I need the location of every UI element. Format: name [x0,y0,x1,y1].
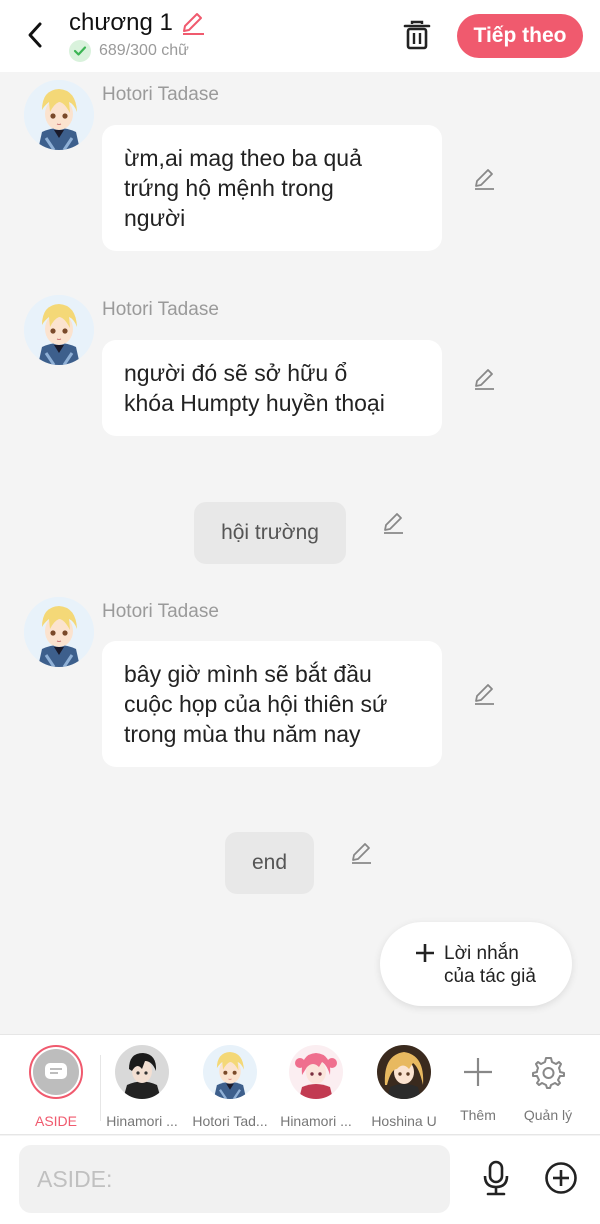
edit-title-button[interactable] [179,9,207,37]
pencil-icon [475,369,494,390]
message-line: trứng hộ mệnh trong [124,175,334,201]
avatar[interactable] [24,80,94,150]
message-line: người đó sẽ sở hữu ổ [124,360,348,386]
plus-icon [416,944,434,962]
edit-message-button[interactable] [469,679,499,709]
pencil-icon [475,684,494,705]
sender-name: Hotori Tadase [102,84,219,105]
message-line: khóa Humpty huyền thoại [124,390,385,416]
chat-bubble-icon [45,1063,67,1079]
character-item[interactable]: Hotori Tad... [187,1045,273,1129]
back-button[interactable] [18,18,52,52]
avatar[interactable] [24,295,94,365]
character-name: Hinamori ... [106,1113,178,1129]
manage-characters-button[interactable]: Quản lý [505,1045,591,1123]
author-note-label: Lời nhắn [444,943,519,964]
author-note-label: của tác giả [444,966,536,987]
voice-button[interactable] [476,1158,516,1198]
microphone-icon [483,1160,509,1196]
top-bar: chương 1 689/300 chữ Tiếp theo [0,0,600,72]
character-name: ASIDE [34,1113,77,1129]
edit-message-button[interactable] [469,364,499,394]
message-input[interactable] [19,1145,450,1213]
sender-name: Hotori Tadase [102,601,219,622]
edit-message-button[interactable] [469,164,499,194]
pencil-icon [182,13,204,35]
next-button[interactable]: Tiếp theo [457,14,583,58]
message-line: bây giờ mình sẽ bắt đầu [124,661,372,687]
plus-icon [464,1058,492,1086]
chevron-left-icon [28,22,42,48]
character-name: Quản lý [523,1107,573,1123]
plus-circle-icon [545,1162,577,1194]
character-aside[interactable]: ASIDE [13,1045,99,1129]
pencil-icon [352,843,371,864]
dark-haired-boy-avatar [115,1045,169,1099]
pink-haired-girl-avatar [289,1045,343,1099]
message-bubble[interactable]: người đó sẽ sở hữu ổ khóa Humpty huyền t… [102,340,442,436]
gear-icon [532,1057,565,1089]
add-button[interactable] [541,1158,581,1198]
message-line: cuộc họp của hội thiên sứ [124,691,388,717]
message-line: trong mùa thu năm nay [124,721,361,747]
composer-bar [0,1136,600,1224]
blonde-boy-avatar [203,1045,257,1099]
delete-button[interactable] [398,16,436,54]
character-bar: ASIDE Hinamori ... Hotori Tad... Hinamor… [0,1034,600,1135]
character-name: Hinamori ... [280,1113,352,1129]
character-name: Hotori Tad... [192,1113,268,1129]
chapter-title: chương 1 [69,9,173,36]
character-item[interactable]: Hinamori ... [99,1045,185,1129]
author-note-button[interactable]: Lời nhắn của tác giả [380,922,572,1006]
narration-bubble[interactable]: hội trường [194,502,346,564]
check-icon [69,40,91,62]
word-count: 689/300 chữ [99,42,189,59]
aside-avatar [29,1045,83,1099]
message-line: người [124,205,186,231]
message-bubble[interactable]: bây giờ mình sẽ bắt đầu cuộc họp của hội… [102,641,442,767]
edit-narration-button[interactable] [346,838,376,868]
character-item[interactable]: Hinamori ... [273,1045,359,1129]
avatar[interactable] [24,597,94,667]
chapter-info: chương 1 689/300 chữ [69,8,207,62]
edit-narration-button[interactable] [378,508,408,538]
narration-bubble[interactable]: end [225,832,314,894]
pencil-icon [475,169,494,190]
pencil-icon [384,513,403,534]
message-line: ừm,ai mag theo ba quả [124,145,362,171]
message-bubble[interactable]: ừm,ai mag theo ba quả trứng hộ mệnh tron… [102,125,442,251]
trash-icon [403,20,431,50]
sender-name: Hotori Tadase [102,299,219,320]
blonde-girl-avatar [377,1045,431,1099]
